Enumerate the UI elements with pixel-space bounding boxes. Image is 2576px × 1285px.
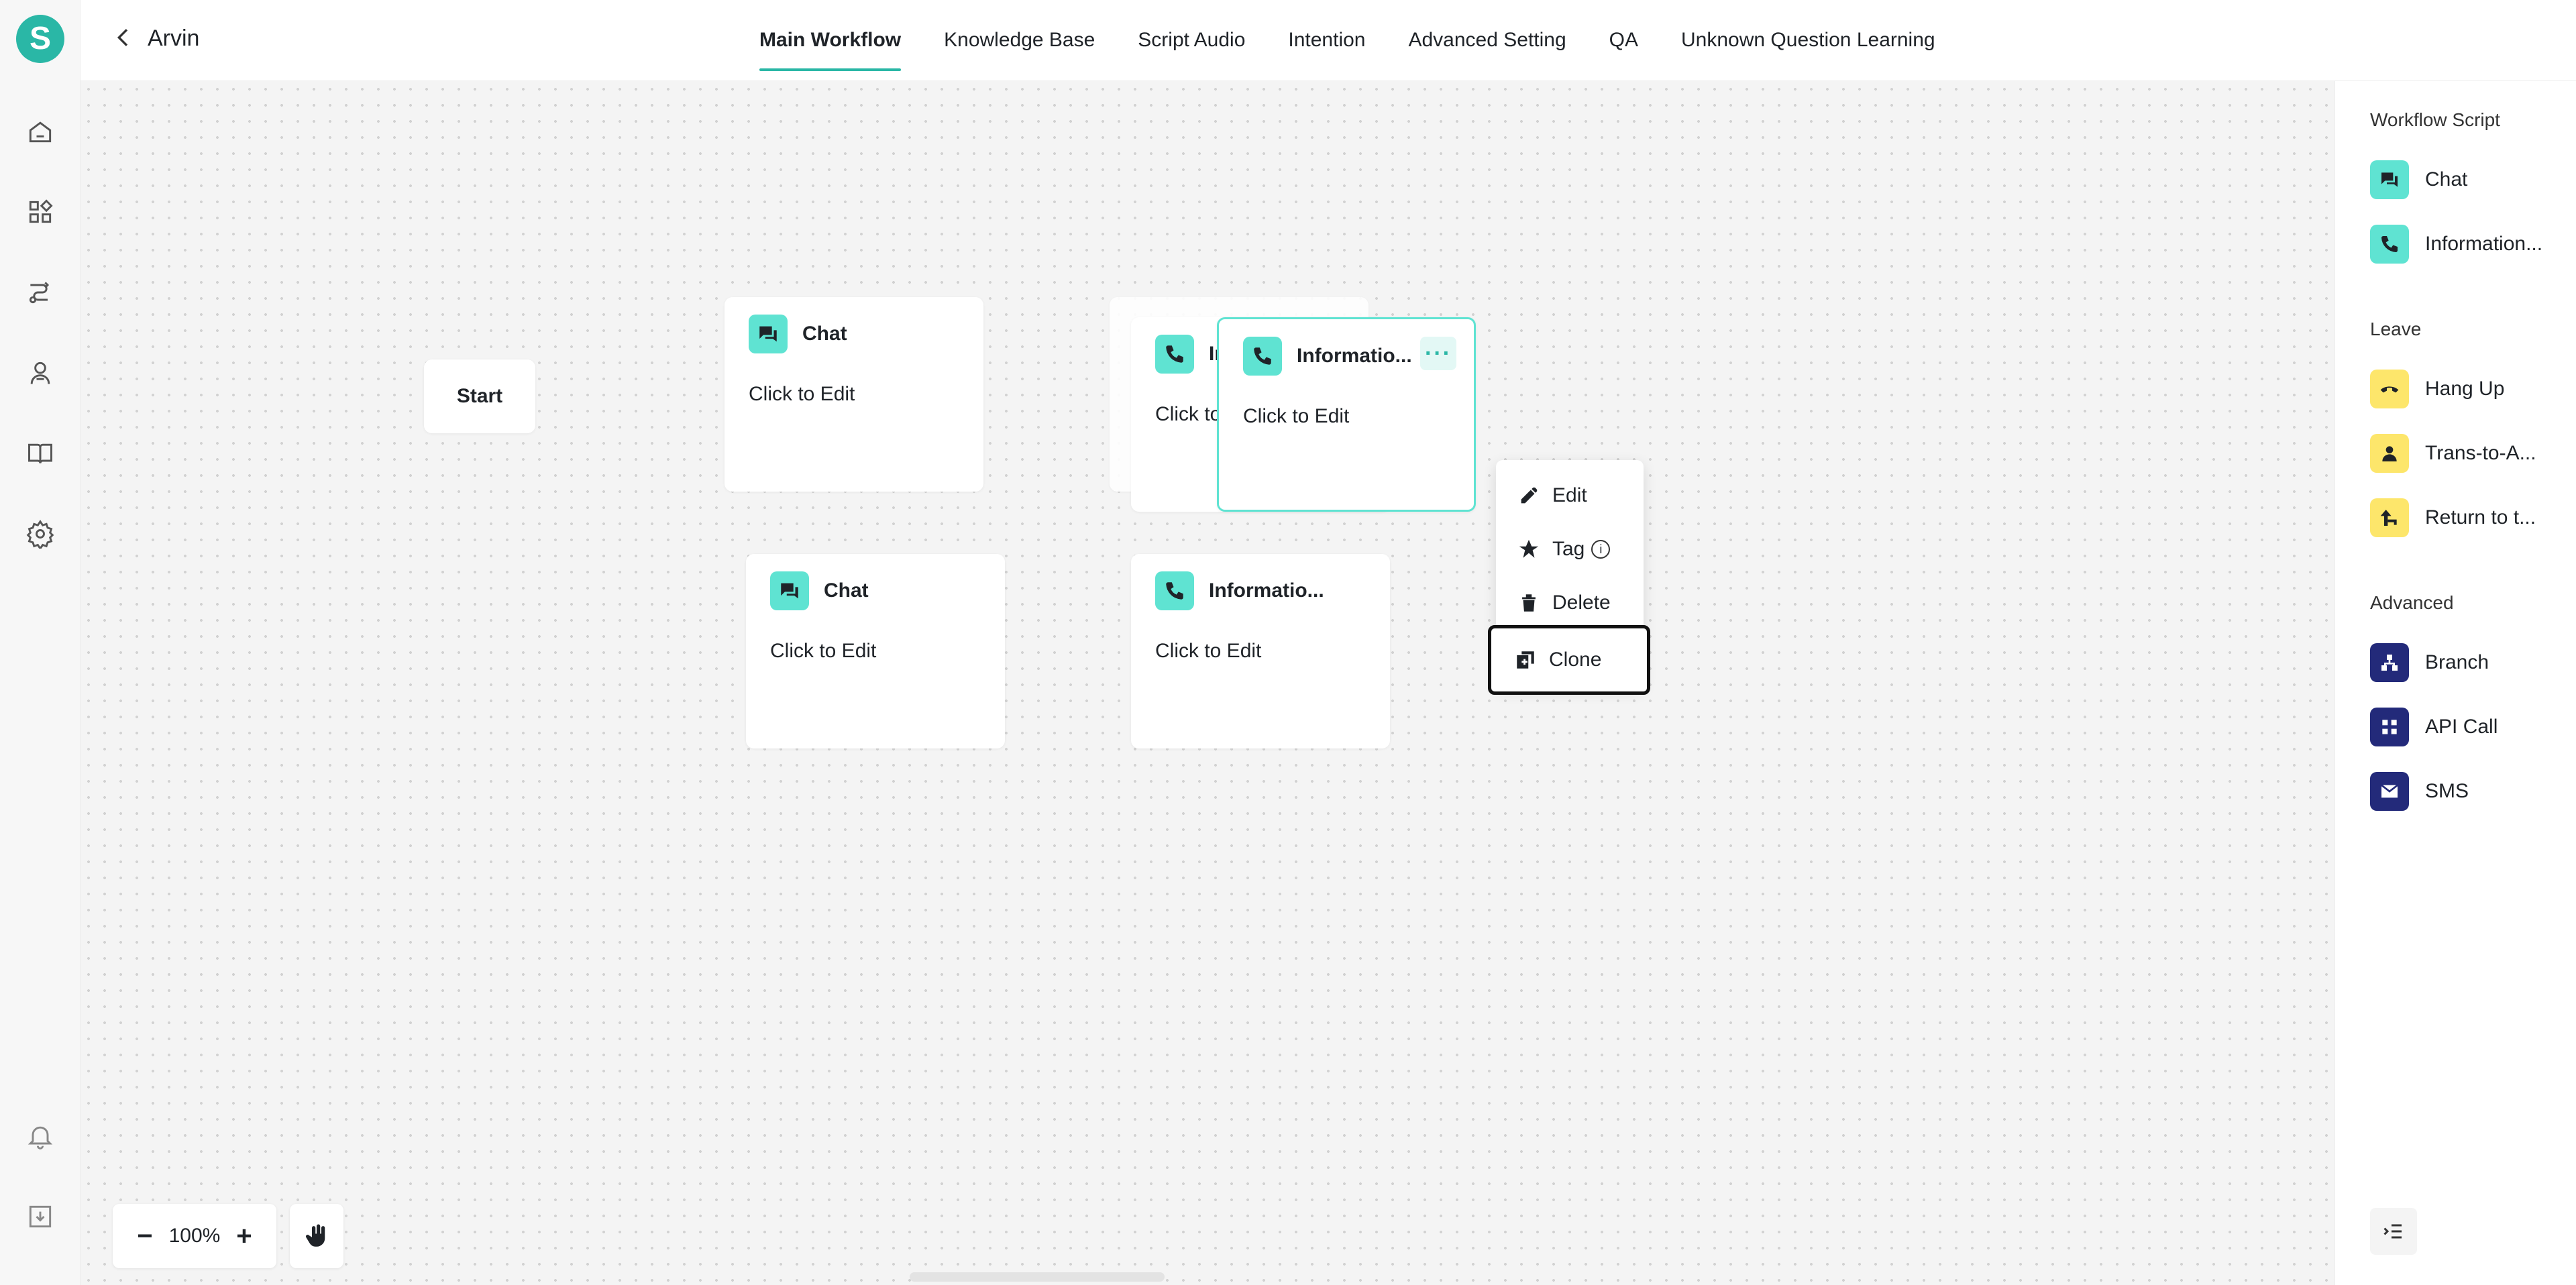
chat-bubble-icon	[749, 315, 788, 353]
menu-item-label: Delete	[1552, 592, 1611, 614]
menu-item-label: Tag	[1552, 538, 1585, 560]
node-subtitle: Click to Edit	[770, 640, 877, 662]
tab-advanced-setting[interactable]: Advanced Setting	[1408, 0, 1566, 80]
route-icon[interactable]	[24, 276, 56, 309]
bell-icon[interactable]	[24, 1120, 56, 1152]
component-panel: Workflow Script Chat Information... Leav…	[2334, 81, 2576, 1285]
gear-icon[interactable]	[24, 518, 56, 550]
horizontal-scrollbar[interactable]	[910, 1272, 1165, 1282]
app-logo[interactable]: S	[16, 15, 64, 63]
information-node[interactable]: Informatio... Click to Edit	[1131, 554, 1390, 748]
panel-item-label: Hang Up	[2425, 378, 2505, 400]
panel-item-return[interactable]: Return to t...	[2370, 498, 2536, 537]
trash-icon	[1522, 594, 1536, 612]
hang-up-icon	[2370, 370, 2409, 408]
left-rail: S	[0, 0, 80, 1285]
workflow-tabs: Main Workflow Knowledge Base Script Audi…	[759, 0, 1935, 80]
tab-unknown-question-learning[interactable]: Unknown Question Learning	[1681, 0, 1935, 80]
menu-item-delete[interactable]: Delete	[1507, 579, 1634, 626]
panel-section-title: Leave	[2370, 319, 2422, 339]
menu-item-edit[interactable]: Edit	[1507, 472, 1634, 519]
panel-item-label: Information...	[2425, 233, 2543, 255]
panel-item-label: Branch	[2425, 651, 2489, 673]
agent-icon[interactable]	[24, 357, 56, 389]
tab-knowledge-base[interactable]: Knowledge Base	[944, 0, 1095, 80]
phone-icon	[1155, 571, 1194, 610]
zoom-in-button[interactable]: +	[229, 1221, 259, 1251]
workflow-canvas[interactable]: Start Chat Click to Edit Chat Click to E…	[80, 81, 2334, 1285]
chat-node[interactable]: Chat Click to Edit	[724, 297, 983, 492]
menu-item-tag[interactable]: Tag i	[1507, 526, 1634, 573]
tab-script-audio[interactable]: Script Audio	[1138, 0, 1245, 80]
download-icon[interactable]	[24, 1200, 56, 1233]
home-icon[interactable]	[24, 115, 56, 148]
node-subtitle: Click to Edit	[1243, 405, 1350, 427]
panel-item-branch[interactable]: Branch	[2370, 643, 2489, 682]
panel-item-label: Return to t...	[2425, 506, 2536, 528]
phone-icon	[1243, 337, 1282, 376]
clone-icon	[1517, 651, 1534, 669]
node-title: Informatio...	[1297, 345, 1412, 367]
project-title: Arvin	[148, 25, 200, 51]
panel-section-title: Advanced	[2370, 592, 2454, 613]
panel-item-sms[interactable]: SMS	[2370, 772, 2469, 811]
start-node[interactable]: Start	[424, 359, 535, 433]
pencil-icon	[1521, 487, 1538, 504]
panel-item-label: SMS	[2425, 780, 2469, 802]
book-icon[interactable]	[24, 437, 56, 469]
mail-icon	[2370, 772, 2409, 811]
panel-item-label: Chat	[2425, 168, 2468, 190]
panel-item-label: Trans-to-A...	[2425, 442, 2536, 464]
information-node-selected[interactable]: Informatio... Click to Edit ···	[1217, 317, 1476, 512]
star-icon	[1519, 539, 1539, 558]
phone-icon	[1155, 335, 1194, 374]
tab-intention[interactable]: Intention	[1288, 0, 1365, 80]
top-header: Arvin Main Workflow Knowledge Base Scrip…	[80, 0, 2576, 80]
node-subtitle: Click to Edit	[749, 383, 855, 405]
node-context-menu: Edit Tag i Delete Clone	[1488, 460, 1650, 695]
menu-item-label: Edit	[1552, 484, 1587, 506]
panel-item-label: API Call	[2425, 716, 2498, 738]
node-subtitle: Click to	[1155, 403, 1222, 425]
zoom-level: 100%	[168, 1225, 221, 1247]
branch-icon	[2370, 643, 2409, 682]
zoom-controls: − 100% +	[113, 1204, 276, 1268]
panel-item-information[interactable]: Information...	[2370, 225, 2542, 264]
node-title: Chat	[802, 323, 847, 345]
node-subtitle: Click to Edit	[1155, 640, 1262, 662]
collapse-panel-button[interactable]	[2370, 1208, 2417, 1255]
panel-item-transfer[interactable]: Trans-to-A...	[2370, 434, 2536, 473]
chat-bubble-icon	[2370, 160, 2409, 199]
api-icon	[2370, 708, 2409, 746]
node-title: Chat	[824, 579, 869, 602]
pan-hand-button[interactable]	[290, 1204, 343, 1268]
zoom-out-button[interactable]: −	[130, 1221, 160, 1251]
more-options-button[interactable]: ···	[1420, 337, 1456, 370]
panel-section-title: Workflow Script	[2370, 109, 2500, 130]
indent-list-icon	[2383, 1224, 2402, 1239]
tab-main-workflow[interactable]: Main Workflow	[759, 0, 902, 80]
phone-icon	[2370, 225, 2409, 264]
menu-item-clone[interactable]: Clone	[1488, 625, 1650, 695]
person-icon	[2370, 434, 2409, 473]
return-arrow-icon	[2370, 498, 2409, 537]
tab-qa[interactable]: QA	[1609, 0, 1638, 80]
info-icon[interactable]: i	[1591, 540, 1611, 559]
apps-grid-icon[interactable]	[24, 196, 56, 228]
panel-item-api-call[interactable]: API Call	[2370, 708, 2498, 746]
chat-bubble-icon	[770, 571, 809, 610]
panel-item-hang-up[interactable]: Hang Up	[2370, 370, 2504, 408]
panel-item-chat[interactable]: Chat	[2370, 160, 2467, 199]
menu-item-label: Clone	[1549, 649, 1602, 671]
chat-node[interactable]: Chat Click to Edit	[746, 554, 1005, 748]
back-chevron-icon[interactable]	[110, 24, 137, 51]
hand-icon	[306, 1224, 325, 1247]
node-title: Informatio...	[1209, 579, 1324, 602]
